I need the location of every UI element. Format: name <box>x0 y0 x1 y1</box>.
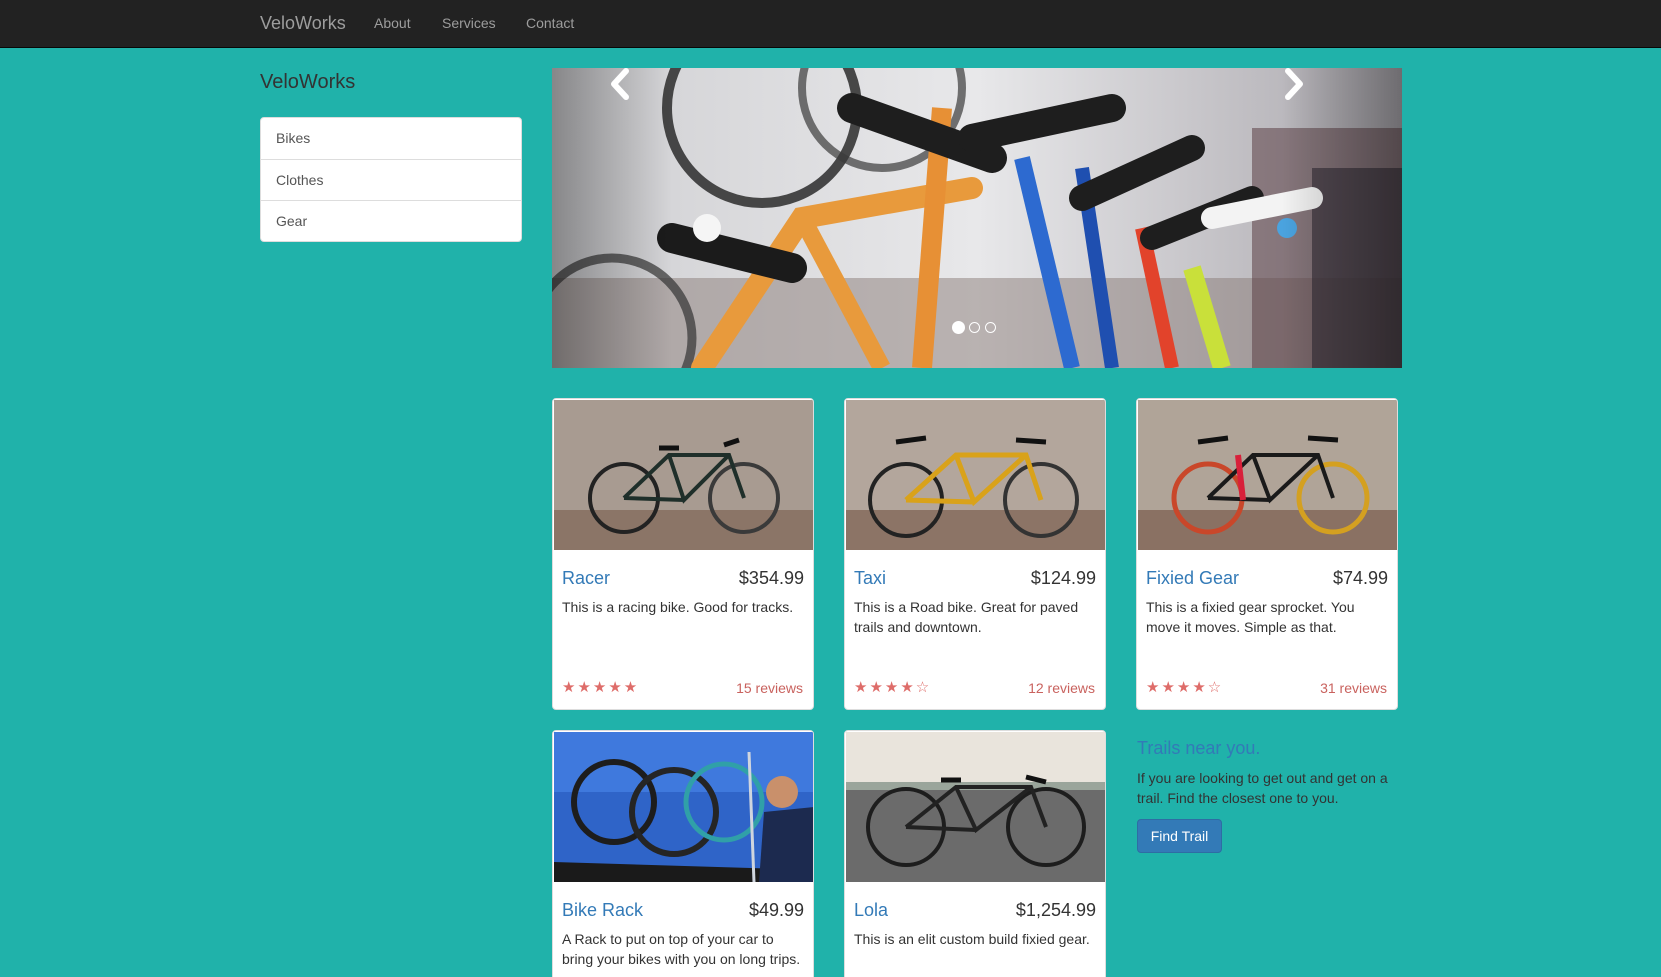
carousel-indicators <box>952 321 1002 335</box>
product-card-lola[interactable]: Lola $1,254.99 This is an elit custom bu… <box>844 730 1106 977</box>
product-card-bike-rack[interactable]: Bike Rack $49.99 A Rack to put on top of… <box>552 730 814 977</box>
carousel-prev-control[interactable] <box>552 68 672 368</box>
product-price: $49.99 <box>748 900 804 920</box>
find-trail-button[interactable]: Find Trail <box>1137 819 1222 853</box>
rating-stars: ★★★★☆ <box>854 679 932 696</box>
sidebar-list: Bikes Clothes Gear <box>260 117 522 242</box>
product-name[interactable]: Racer <box>562 568 610 589</box>
product-price: $74.99 <box>1332 568 1388 588</box>
product-name[interactable]: Lola <box>854 900 888 921</box>
product-description: This is an elit custom build fixied gear… <box>854 931 1090 947</box>
product-description: A Rack to put on top of your car to brin… <box>562 931 801 967</box>
trails-text: If you are looking to get out and get on… <box>1137 770 1388 806</box>
product-price: $354.99 <box>738 568 804 588</box>
carousel-indicator-2[interactable] <box>969 322 980 333</box>
product-description: This is a fixied gear sprocket. You move… <box>1146 599 1355 635</box>
review-count: 15 reviews <box>736 680 803 696</box>
rating-stars: ★★★★★ <box>562 679 640 696</box>
rating-stars: ★★★★☆ <box>1146 679 1224 696</box>
product-image-taxi <box>846 400 1105 550</box>
top-navbar: VeloWorks About Services Contact <box>0 0 1661 48</box>
product-card-fixied-gear[interactable]: Fixied Gear $74.99 This is a fixied gear… <box>1136 398 1398 710</box>
product-image-bike-rack <box>554 732 813 882</box>
product-price: $1,254.99 <box>1015 900 1096 920</box>
carousel-next-control[interactable] <box>1282 68 1402 368</box>
product-name[interactable]: Bike Rack <box>562 900 643 921</box>
product-image-racer <box>554 400 813 550</box>
nav-link-about[interactable]: About <box>374 15 411 31</box>
carousel-indicator-3[interactable] <box>985 322 996 333</box>
carousel-indicator-1[interactable] <box>952 321 965 334</box>
chevron-right-icon <box>1285 68 1303 100</box>
hero-carousel <box>552 68 1402 368</box>
review-count: 12 reviews <box>1028 680 1095 696</box>
product-description: This is a racing bike. Good for tracks. <box>562 599 794 615</box>
nav-link-services[interactable]: Services <box>442 15 496 31</box>
sidebar-title: VeloWorks <box>260 71 356 93</box>
product-card-racer[interactable]: Racer $354.99 This is a racing bike. Goo… <box>552 398 814 710</box>
sidebar-item-clothes[interactable]: Clothes <box>261 159 521 200</box>
trails-heading: Trails near you. <box>1137 738 1261 758</box>
product-image-lola <box>846 732 1105 882</box>
product-card-taxi[interactable]: Taxi $124.99 This is a Road bike. Great … <box>844 398 1106 710</box>
chevron-left-icon <box>611 68 629 100</box>
sidebar-item-bikes[interactable]: Bikes <box>261 118 521 159</box>
product-name[interactable]: Fixied Gear <box>1146 568 1239 589</box>
nav-link-contact[interactable]: Contact <box>526 15 574 31</box>
product-image-fixied-gear <box>1138 400 1397 550</box>
review-count: 31 reviews <box>1320 680 1387 696</box>
product-price: $124.99 <box>1030 568 1096 588</box>
product-name[interactable]: Taxi <box>854 568 886 589</box>
sidebar-item-gear[interactable]: Gear <box>261 200 521 241</box>
product-description: This is a Road bike. Great for paved tra… <box>854 599 1079 635</box>
navbar-brand[interactable]: VeloWorks <box>260 13 346 34</box>
